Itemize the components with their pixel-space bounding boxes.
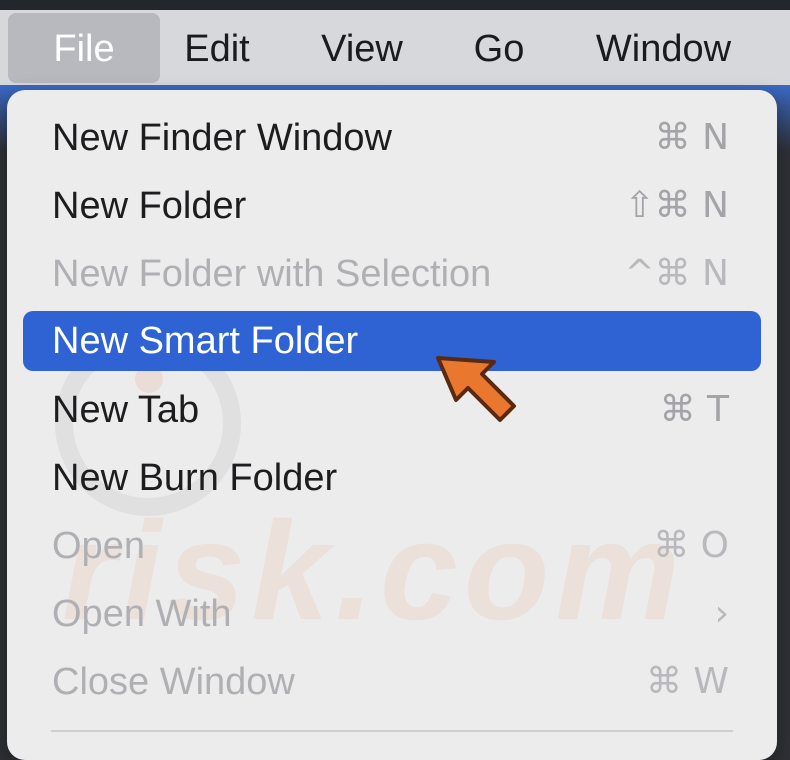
menu-item-label: New Tab [52,389,200,431]
menu-window[interactable]: Window [576,10,751,85]
arrow-pointer-icon [436,356,516,422]
menu-item-open: Open ⌘ O [23,516,761,576]
menu-bar: File Edit View Go Window [0,10,790,85]
menu-item-label: Open With [52,593,232,635]
menu-item-new-burn-folder[interactable]: New Burn Folder [23,448,761,508]
menu-item-new-folder-with-selection: New Folder with Selection ^⌘ N [23,244,761,304]
menu-view[interactable]: View [306,10,418,85]
menu-item-open-with: Open With › [23,584,761,644]
submenu-chevron-icon: › [714,593,729,634]
menu-item-label: Close Window [52,661,295,703]
file-menu-dropdown: risk.com New Finder Window ⌘ N New Folde… [7,90,777,760]
menu-item-new-tab[interactable]: New Tab ⌘ T [23,380,761,440]
menu-item-shortcut: ⌘ N [654,117,729,158]
menu-item-new-finder-window[interactable]: New Finder Window ⌘ N [23,108,761,168]
menu-file[interactable]: File [8,13,160,83]
top-edge [0,0,790,10]
menu-divider [51,730,733,732]
menu-item-label: New Smart Folder [52,320,359,362]
menu-item-new-folder[interactable]: New Folder ⇧⌘ N [23,176,761,236]
menu-item-shortcut: ^⌘ N [624,253,729,294]
menu-item-label: New Finder Window [52,117,392,159]
menu-item-shortcut: ⇧⌘ N [624,185,729,226]
menu-go[interactable]: Go [458,10,540,85]
menu-item-label: Open [52,525,145,567]
menu-item-shortcut: ⌘ W [645,661,729,702]
menu-item-shortcut: ⌘ T [659,389,729,430]
menu-item-label: New Folder [52,185,247,227]
menu-item-new-smart-folder[interactable]: New Smart Folder [23,311,761,371]
menu-item-close-window: Close Window ⌘ W [23,652,761,712]
menu-item-label: New Folder with Selection [52,253,492,295]
menu-item-label: New Burn Folder [52,457,338,499]
menu-edit[interactable]: Edit [170,10,264,85]
menu-item-shortcut: ⌘ O [653,525,729,566]
